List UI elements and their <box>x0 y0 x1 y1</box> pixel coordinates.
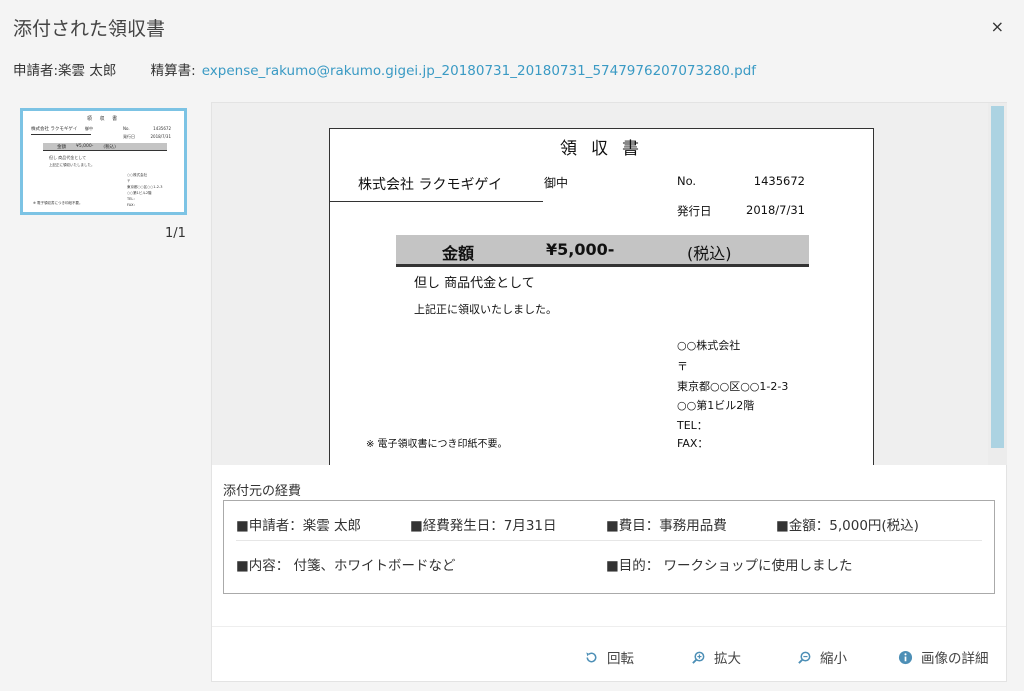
thumb-purpose: 但し 商品代金として <box>49 155 87 160</box>
meta-row: 申請者:楽雲 太郎 精算書: expense_rakumo@rakumo.gige… <box>13 59 756 79</box>
thumb-address2: ○○第1ビル2階 <box>127 191 152 195</box>
zoom-in-button[interactable]: 拡大 <box>691 647 741 667</box>
thumb-no-value: 1435672 <box>153 126 171 131</box>
thumb-date-label: 発行日 <box>123 134 135 139</box>
settlement-file-link[interactable]: expense_rakumo@rakumo.gigei.jp_20180731_… <box>202 63 756 79</box>
document-area[interactable]: 領収書 株式会社 ラクモギゲイ 御中 No. 1435672 発行日 2018/… <box>212 103 988 465</box>
expense-purpose: ■目的： ワークショップに使用しました <box>606 558 853 574</box>
close-icon[interactable]: × <box>991 17 1004 36</box>
scroll-thumb[interactable] <box>991 106 1004 448</box>
receipt-date-label: 発行日 <box>677 204 712 218</box>
receipt-amount-bar: 金額 ¥5,000- (税込) <box>396 235 809 267</box>
zoom-out-button[interactable]: 縮小 <box>797 647 847 667</box>
thumb-stamp-note: ※ 電子領収書につき印紙不要。 <box>33 201 83 205</box>
page-thumbnail[interactable]: 領 収 書 株式会社 ラクモギゲイ 御中 No. 1435672 発行日 2018/… <box>20 108 187 215</box>
expense-applicant: ■申請者：楽雲 太郎 <box>236 518 362 534</box>
receipt-title: 領収書 <box>560 139 653 159</box>
receipt-address1: 東京都○○区○○1-2-3 <box>677 380 789 393</box>
expense-amount: ■金額：5,000円(税込) <box>776 518 919 534</box>
thumb-company: 株式会社 ラクモギゲイ <box>31 126 91 135</box>
expense-category: ■費目：事務用品費 <box>606 518 727 534</box>
thumb-receipt-title: 領 収 書 <box>86 116 121 122</box>
receipt-company: 株式会社 ラクモギゲイ <box>330 174 543 202</box>
receipt-no-label: No. <box>677 174 697 188</box>
receipt-no-row: No. 1435672 <box>677 174 805 188</box>
vertical-scrollbar[interactable] <box>988 103 1007 465</box>
zoom-out-icon <box>798 651 811 664</box>
receipt-stamp-note: ※ 電子領収書につき印紙不要。 <box>366 439 508 450</box>
thumb-date-value: 2018/7/31 <box>150 134 171 139</box>
receipt-received: 上記正に領収いたしました。 <box>414 303 557 316</box>
thumb-issuer: ○○株式会社 <box>127 173 148 177</box>
thumb-amount-label: 金額 <box>57 144 66 150</box>
receipt-tax-note: (税込) <box>687 244 732 263</box>
thumb-received: 上記正に領収いたしました。 <box>49 163 95 167</box>
expense-date: ■経費発生日：7月31日 <box>410 518 557 534</box>
image-details-label[interactable]: 画像の詳細 <box>921 647 989 667</box>
thumb-postal: 〒 <box>127 179 131 183</box>
receipt-fax: FAX： <box>677 437 709 450</box>
thumb-amount-value: ¥5,000- <box>76 144 94 149</box>
rotate-label[interactable]: 回転 <box>607 647 634 667</box>
thumb-address1: 東京都○○区○○1-2-3 <box>127 185 163 189</box>
toolbar-divider <box>212 626 1006 627</box>
thumb-tax-note: (税込) <box>103 144 116 150</box>
zoom-in-icon <box>692 651 705 664</box>
thumb-no-label: No. <box>123 126 130 131</box>
receipt-amount-value: ¥5,000- <box>546 240 615 259</box>
dialog-title: 添付された領収書 <box>13 18 166 40</box>
thumb-no-row: No. 1435672 <box>123 126 171 131</box>
expense-heading: 添付元の経費 <box>223 484 302 499</box>
thumb-tel: TEL： <box>127 197 137 201</box>
receipt-postal: 〒 <box>677 360 688 373</box>
thumb-amount-bar: 金額 ¥5,000- (税込) <box>43 143 167 151</box>
expense-details: ■申請者：楽雲 太郎 ■経費発生日：7月31日 ■費目：事務用品費 ■金額：5,… <box>223 500 995 594</box>
close-button[interactable]: × <box>991 17 1004 37</box>
receipt-date-row: 発行日 2018/7/31 <box>677 203 805 219</box>
image-viewer: 領収書 株式会社 ラクモギゲイ 御中 No. 1435672 発行日 2018/… <box>211 102 1007 682</box>
receipt-purpose: 但し 商品代金として <box>414 276 535 291</box>
thumb-date-row: 発行日 2018/7/31 <box>123 134 171 140</box>
thumb-fax: FAX： <box>127 203 137 207</box>
receipt-tel: TEL： <box>677 419 708 432</box>
thumb-honorific: 御中 <box>85 126 93 131</box>
receipt-issuer: ○○株式会社 <box>677 339 741 352</box>
receipt-amount-label: 金額 <box>442 244 475 263</box>
expense-content: ■内容： 付箋、ホワイトボードなど <box>236 558 456 574</box>
settlement-label: 精算書: <box>150 63 196 79</box>
receipt-date-value: 2018/7/31 <box>746 203 805 217</box>
image-details-button[interactable]: 画像の詳細 <box>898 647 989 667</box>
zoom-out-label[interactable]: 縮小 <box>820 647 847 667</box>
receipt-document: 領収書 株式会社 ラクモギゲイ 御中 No. 1435672 発行日 2018/… <box>329 128 874 465</box>
info-icon <box>898 650 913 664</box>
zoom-in-label[interactable]: 拡大 <box>714 647 741 667</box>
receipt-no-value: 1435672 <box>753 174 805 188</box>
receipt-honorific: 御中 <box>544 176 569 190</box>
rotate-button[interactable]: 回転 <box>584 647 634 667</box>
applicant-label: 申請者:楽雲 太郎 <box>13 63 117 79</box>
receipt-address2: ○○第1ビル2階 <box>677 399 755 412</box>
page-indicator: 1/1 <box>165 226 186 241</box>
rotate-icon <box>586 651 597 662</box>
